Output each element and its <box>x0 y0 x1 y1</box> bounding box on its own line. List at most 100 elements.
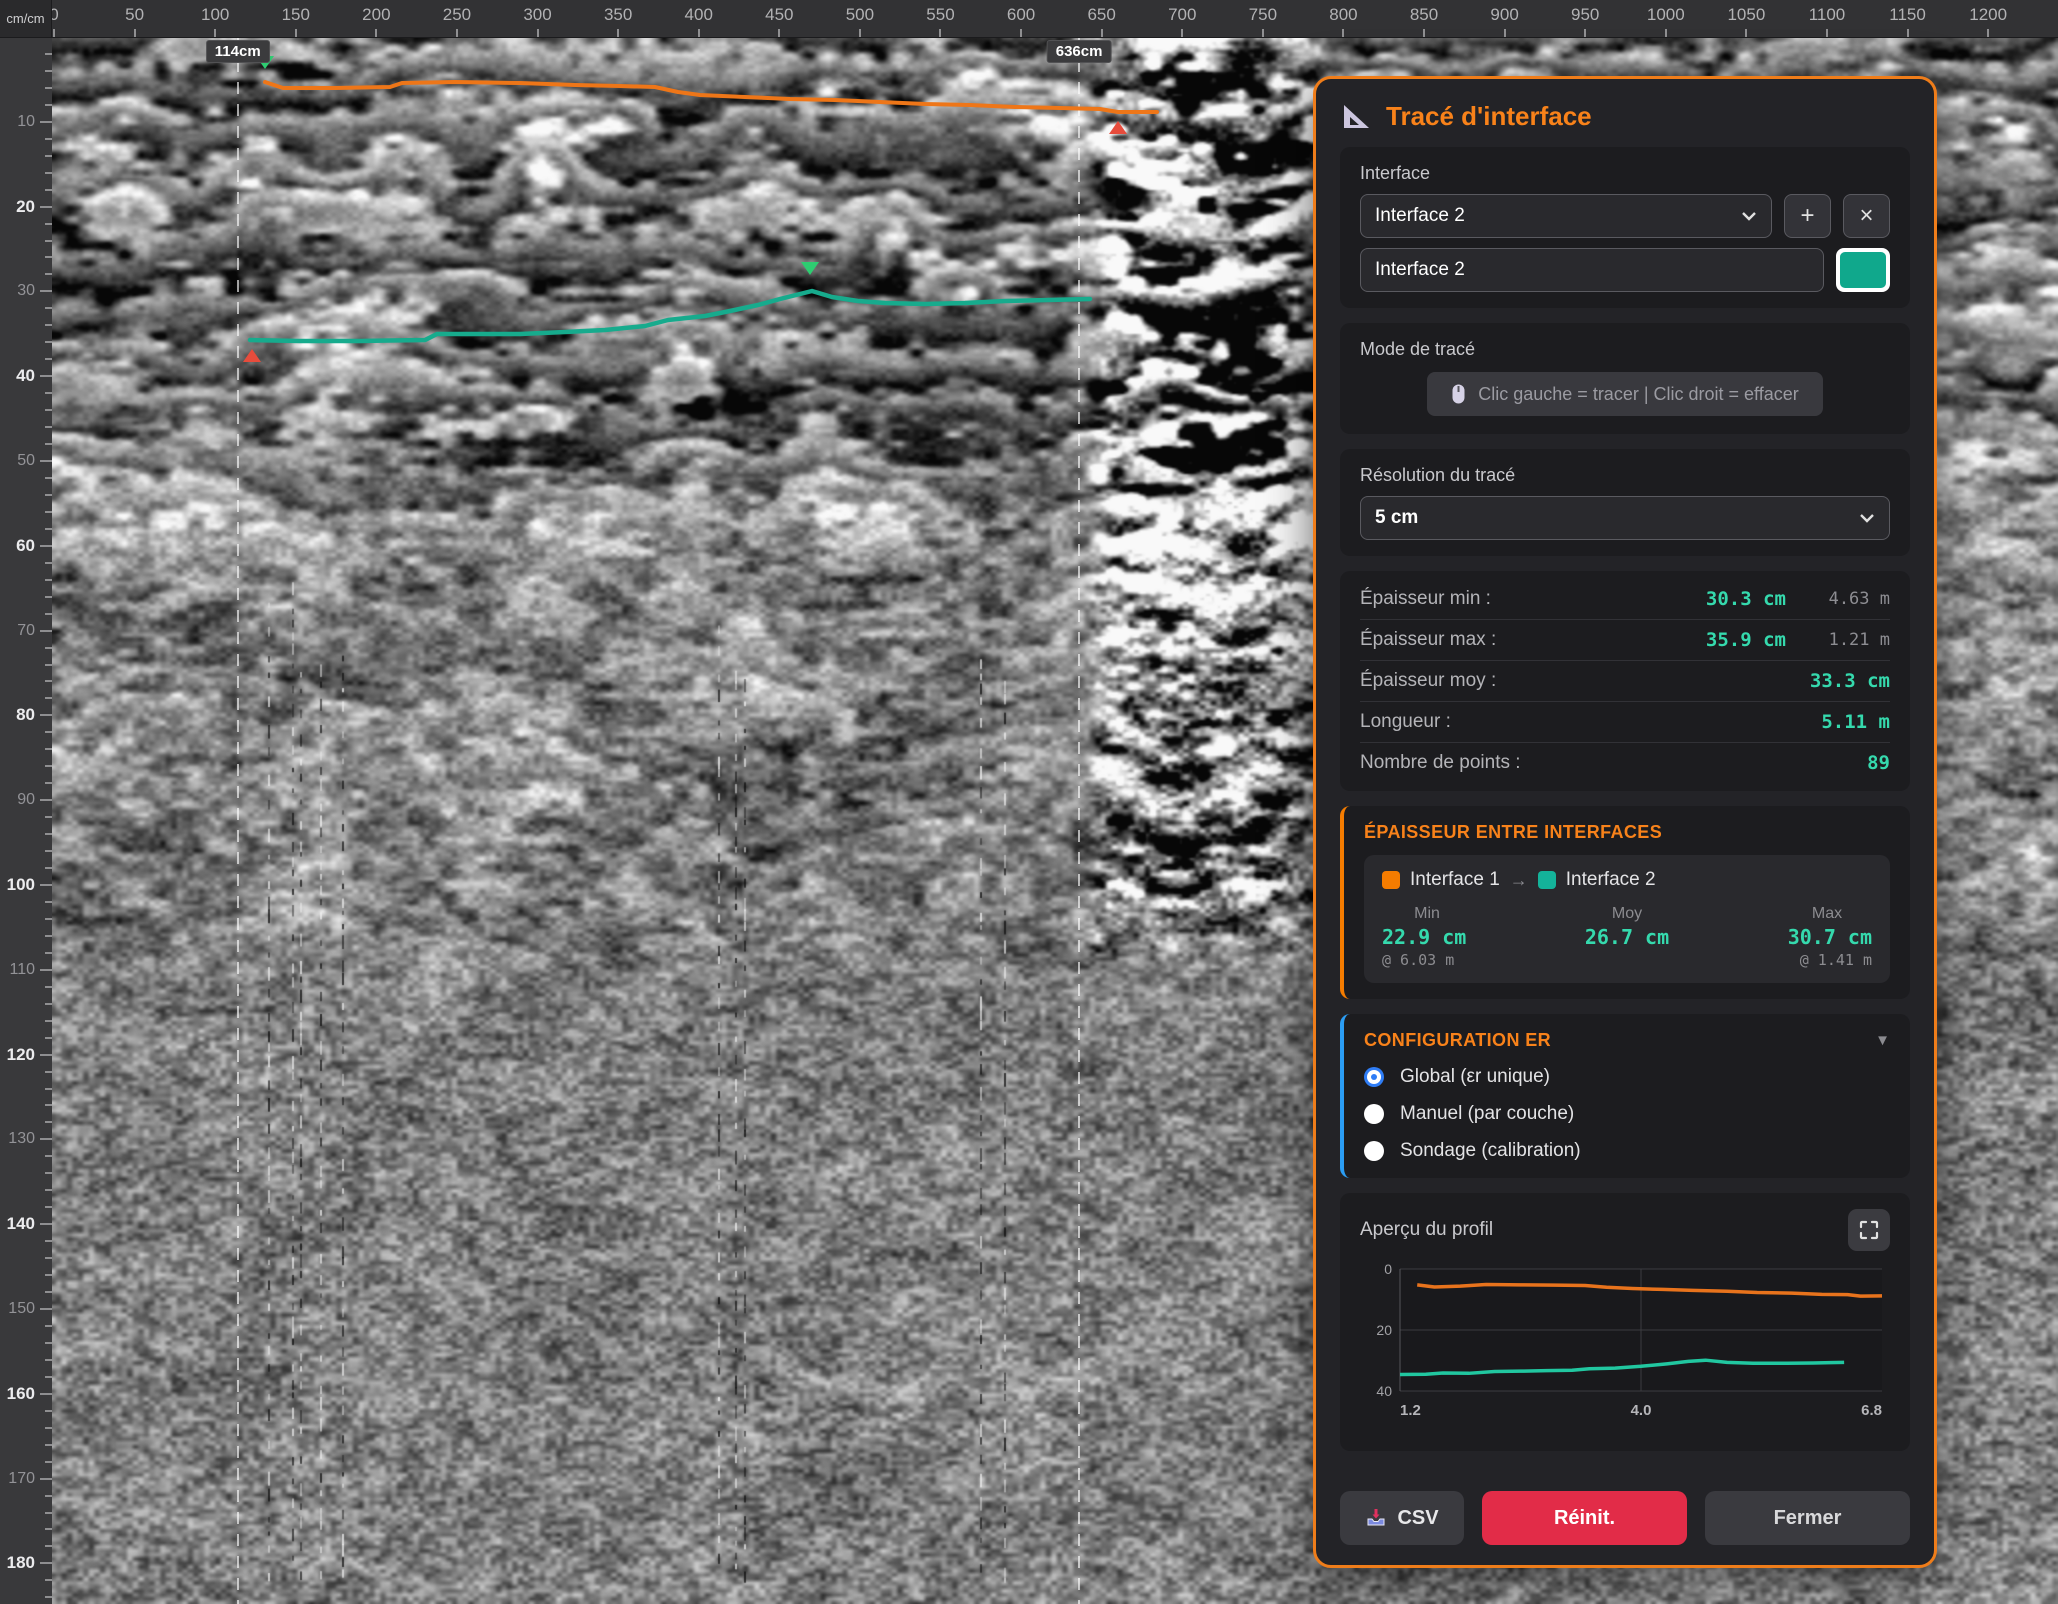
left-ruler-tick <box>40 290 52 292</box>
top-ruler-tick <box>698 29 700 37</box>
stat-value: 89 <box>1867 752 1890 774</box>
left-ruler-tick <box>45 223 52 225</box>
left-ruler-label: 70 <box>17 622 35 640</box>
top-ruler: 0501001502002503003504004505005506006507… <box>0 0 2058 38</box>
csv-button-label: CSV <box>1397 1507 1438 1530</box>
top-ruler-label: 800 <box>1329 5 1357 25</box>
panel-header: Tracé d'interface <box>1342 101 1908 132</box>
radio-button[interactable] <box>1364 1104 1384 1124</box>
left-ruler-tick <box>45 680 52 682</box>
left-ruler-tick <box>45 1189 52 1191</box>
left-ruler-tick <box>40 969 52 971</box>
stat-label: Épaisseur min : <box>1360 588 1706 610</box>
top-ruler-tick <box>1826 29 1828 37</box>
stat-label: Nombre de points : <box>1360 752 1867 774</box>
left-ruler-label: 20 <box>16 197 35 217</box>
stat-value: 30.3 cm <box>1706 588 1786 610</box>
thickness-max: Max 30.7 cm @ 1.41 m <box>1782 905 1872 969</box>
left-ruler-tick <box>45 1020 52 1022</box>
config-er-section: CONFIGURATION ER ▼ Global (εr unique) Ma… <box>1340 1014 1910 1178</box>
interface1-legend-label: Interface 1 <box>1410 869 1500 891</box>
left-ruler-tick <box>45 918 52 920</box>
left-ruler-tick <box>45 867 52 869</box>
left-ruler-tick <box>40 545 52 547</box>
left-ruler-tick <box>45 664 52 666</box>
left-ruler-tick <box>45 1342 52 1344</box>
left-ruler-tick <box>45 104 52 106</box>
close-button[interactable]: Fermer <box>1705 1491 1910 1545</box>
top-ruler-tick <box>1584 29 1586 37</box>
set-square-icon <box>1342 103 1372 130</box>
left-ruler-tick <box>45 1444 52 1446</box>
radio-button[interactable] <box>1364 1141 1384 1161</box>
left-ruler-tick <box>40 1054 52 1056</box>
top-ruler-tick <box>1987 29 1989 37</box>
left-ruler-label: 110 <box>9 961 35 979</box>
mode-section: Mode de tracé Clic gauche = tracer | Cli… <box>1340 323 1910 434</box>
left-ruler-tick <box>45 1037 52 1039</box>
reset-button[interactable]: Réinit. <box>1482 1491 1687 1545</box>
interface-name-input[interactable] <box>1360 248 1824 292</box>
left-ruler-tick <box>45 850 52 852</box>
top-ruler-label: 1050 <box>1727 5 1765 25</box>
top-ruler-tick <box>1342 29 1344 37</box>
left-ruler-tick <box>45 816 52 818</box>
radio-manuel[interactable]: Manuel (par couche) <box>1364 1103 1890 1125</box>
config-er-title: CONFIGURATION ER <box>1364 1030 1551 1051</box>
stat-label: Longueur : <box>1360 711 1821 733</box>
svg-text:6.8: 6.8 <box>1861 1402 1882 1419</box>
add-interface-button[interactable]: + <box>1784 194 1831 238</box>
left-ruler-tick <box>40 375 52 377</box>
interface-color-fill <box>1840 252 1886 288</box>
left-ruler-label: 130 <box>8 1130 35 1148</box>
remove-interface-button[interactable]: × <box>1843 194 1890 238</box>
left-ruler-tick <box>45 1325 52 1327</box>
interface-select-value: Interface 2 <box>1375 205 1465 227</box>
thickness-legend: Interface 1 → Interface 2 <box>1382 869 1872 891</box>
interface2-legend-swatch <box>1538 871 1556 889</box>
mouse-icon <box>1451 383 1466 405</box>
left-ruler-tick <box>45 494 52 496</box>
top-ruler-label: 650 <box>1087 5 1115 25</box>
top-ruler-tick <box>617 29 619 37</box>
radio-global[interactable]: Global (εr unique) <box>1364 1066 1890 1088</box>
top-ruler-tick <box>1665 29 1667 37</box>
top-ruler-tick <box>375 29 377 37</box>
left-ruler-tick <box>45 1376 52 1378</box>
collapse-arrow-icon[interactable]: ▼ <box>1875 1032 1890 1049</box>
top-ruler-label: 400 <box>685 5 713 25</box>
radio-sondage[interactable]: Sondage (calibration) <box>1364 1140 1890 1162</box>
left-ruler-label: 50 <box>17 452 35 470</box>
interface-color-swatch[interactable] <box>1836 248 1890 292</box>
left-ruler-tick <box>40 799 52 801</box>
left-ruler-tick <box>45 562 52 564</box>
radio-button[interactable] <box>1364 1067 1384 1087</box>
resolution-label: Résolution du tracé <box>1360 465 1890 486</box>
interface1-legend-swatch <box>1382 871 1400 889</box>
interface-label: Interface <box>1360 163 1890 184</box>
left-ruler-tick <box>45 1121 52 1123</box>
left-ruler-tick <box>45 324 52 326</box>
export-csv-button[interactable]: CSV <box>1340 1491 1464 1545</box>
left-ruler-tick <box>45 986 52 988</box>
left-ruler-tick <box>45 138 52 140</box>
left-ruler-tick <box>45 782 52 784</box>
stat-label: Épaisseur moy : <box>1360 670 1810 692</box>
interface-select[interactable]: Interface 2 <box>1360 194 1772 238</box>
left-ruler-tick <box>45 952 52 954</box>
top-ruler-label: 150 <box>282 5 310 25</box>
left-ruler-tick <box>45 1206 52 1208</box>
left-ruler-tick <box>45 579 52 581</box>
interface-section: Interface Interface 2 + × <box>1340 147 1910 308</box>
left-ruler-tick <box>40 884 52 886</box>
left-ruler-tick <box>45 1512 52 1514</box>
left-ruler-tick <box>40 1308 52 1310</box>
cursor-line[interactable] <box>1078 38 1080 1604</box>
cursor-line[interactable] <box>237 38 239 1604</box>
left-ruler-tick <box>45 1495 52 1497</box>
left-ruler-label: 80 <box>16 705 35 725</box>
resolution-select[interactable]: 5 cm <box>1360 496 1890 540</box>
left-ruler-tick <box>45 409 52 411</box>
expand-preview-button[interactable] <box>1848 1209 1890 1251</box>
chevron-down-icon <box>1741 211 1757 221</box>
